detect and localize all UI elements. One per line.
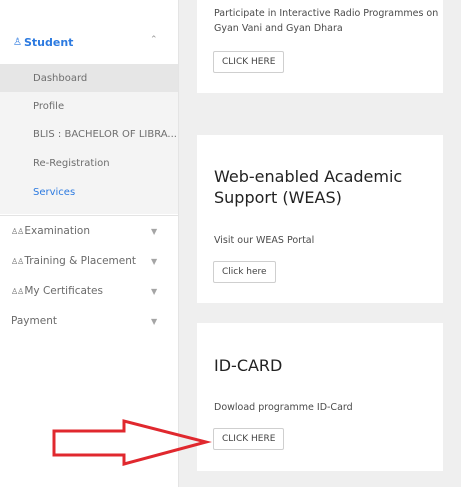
student-submenu: Dashboard Profile BLIS : BACHELOR OF LIB…: [0, 64, 178, 214]
sidebar-item-label: Student: [23, 36, 74, 49]
users-icon: ♙♙: [11, 286, 24, 296]
chevron-down-icon: ▼: [151, 256, 158, 266]
sidebar-item-label: Examination: [24, 225, 90, 237]
sidebar-item-student[interactable]: ♙ Student: [13, 36, 73, 49]
chevron-down-icon: ▼: [151, 286, 158, 296]
weas-card: Web-enabled Academic Support (WEAS) Visi…: [197, 135, 443, 303]
chevron-up-icon[interactable]: ⌃: [150, 35, 160, 45]
card-title: Web-enabled Academic Support (WEAS): [214, 167, 403, 207]
sidebar-item-examination[interactable]: ♙♙ Examination ▼: [0, 216, 178, 246]
users-icon: ♙♙: [11, 256, 24, 266]
card-description: Visit our WEAS Portal: [214, 235, 315, 246]
user-icon: ♙: [13, 37, 22, 48]
id-card-click-here-button[interactable]: CLICK HERE: [213, 428, 285, 450]
sidebar-item-my-certificates[interactable]: ♙♙ My Certificates ▼: [0, 276, 178, 306]
sidebar-item-label: My Certificates: [24, 285, 103, 297]
sidebar-item-programme[interactable]: BLIS : BACHELOR OF LIBRA...: [0, 120, 178, 148]
weas-click-here-button[interactable]: Click here: [213, 261, 276, 283]
sidebar: ♙ Student ⌃ Dashboard Profile BLIS : BAC…: [0, 0, 179, 487]
sidebar-item-label: Training & Placement: [24, 255, 137, 267]
arrow-right-icon: [52, 419, 212, 466]
sidebar-item-services[interactable]: Services: [0, 178, 178, 206]
card-title: ID-CARD: [214, 356, 283, 375]
sidebar-item-profile[interactable]: Profile: [0, 92, 178, 120]
sidebar-item-payment[interactable]: Payment ▼: [0, 306, 178, 336]
sidebar-item-dashboard[interactable]: Dashboard: [0, 64, 178, 92]
card-description: Dowload programme ID-Card: [214, 402, 353, 413]
radio-programmes-card: Participate in Interactive Radio Program…: [197, 0, 443, 93]
users-icon: ♙♙: [11, 226, 24, 236]
id-card-card: ID-CARD Dowload programme ID-Card CLICK …: [197, 323, 443, 471]
radio-click-here-button[interactable]: CLICK HERE: [213, 51, 285, 73]
card-description: Participate in Interactive Radio Program…: [214, 8, 439, 34]
chevron-down-icon: ▼: [151, 226, 158, 236]
sidebar-item-training-placement[interactable]: ♙♙ Training & Placement ▼: [0, 246, 178, 276]
chevron-down-icon: ▼: [151, 316, 158, 326]
sidebar-item-re-registration[interactable]: Re-Registration: [0, 149, 178, 177]
sidebar-item-label: Payment: [11, 315, 57, 327]
